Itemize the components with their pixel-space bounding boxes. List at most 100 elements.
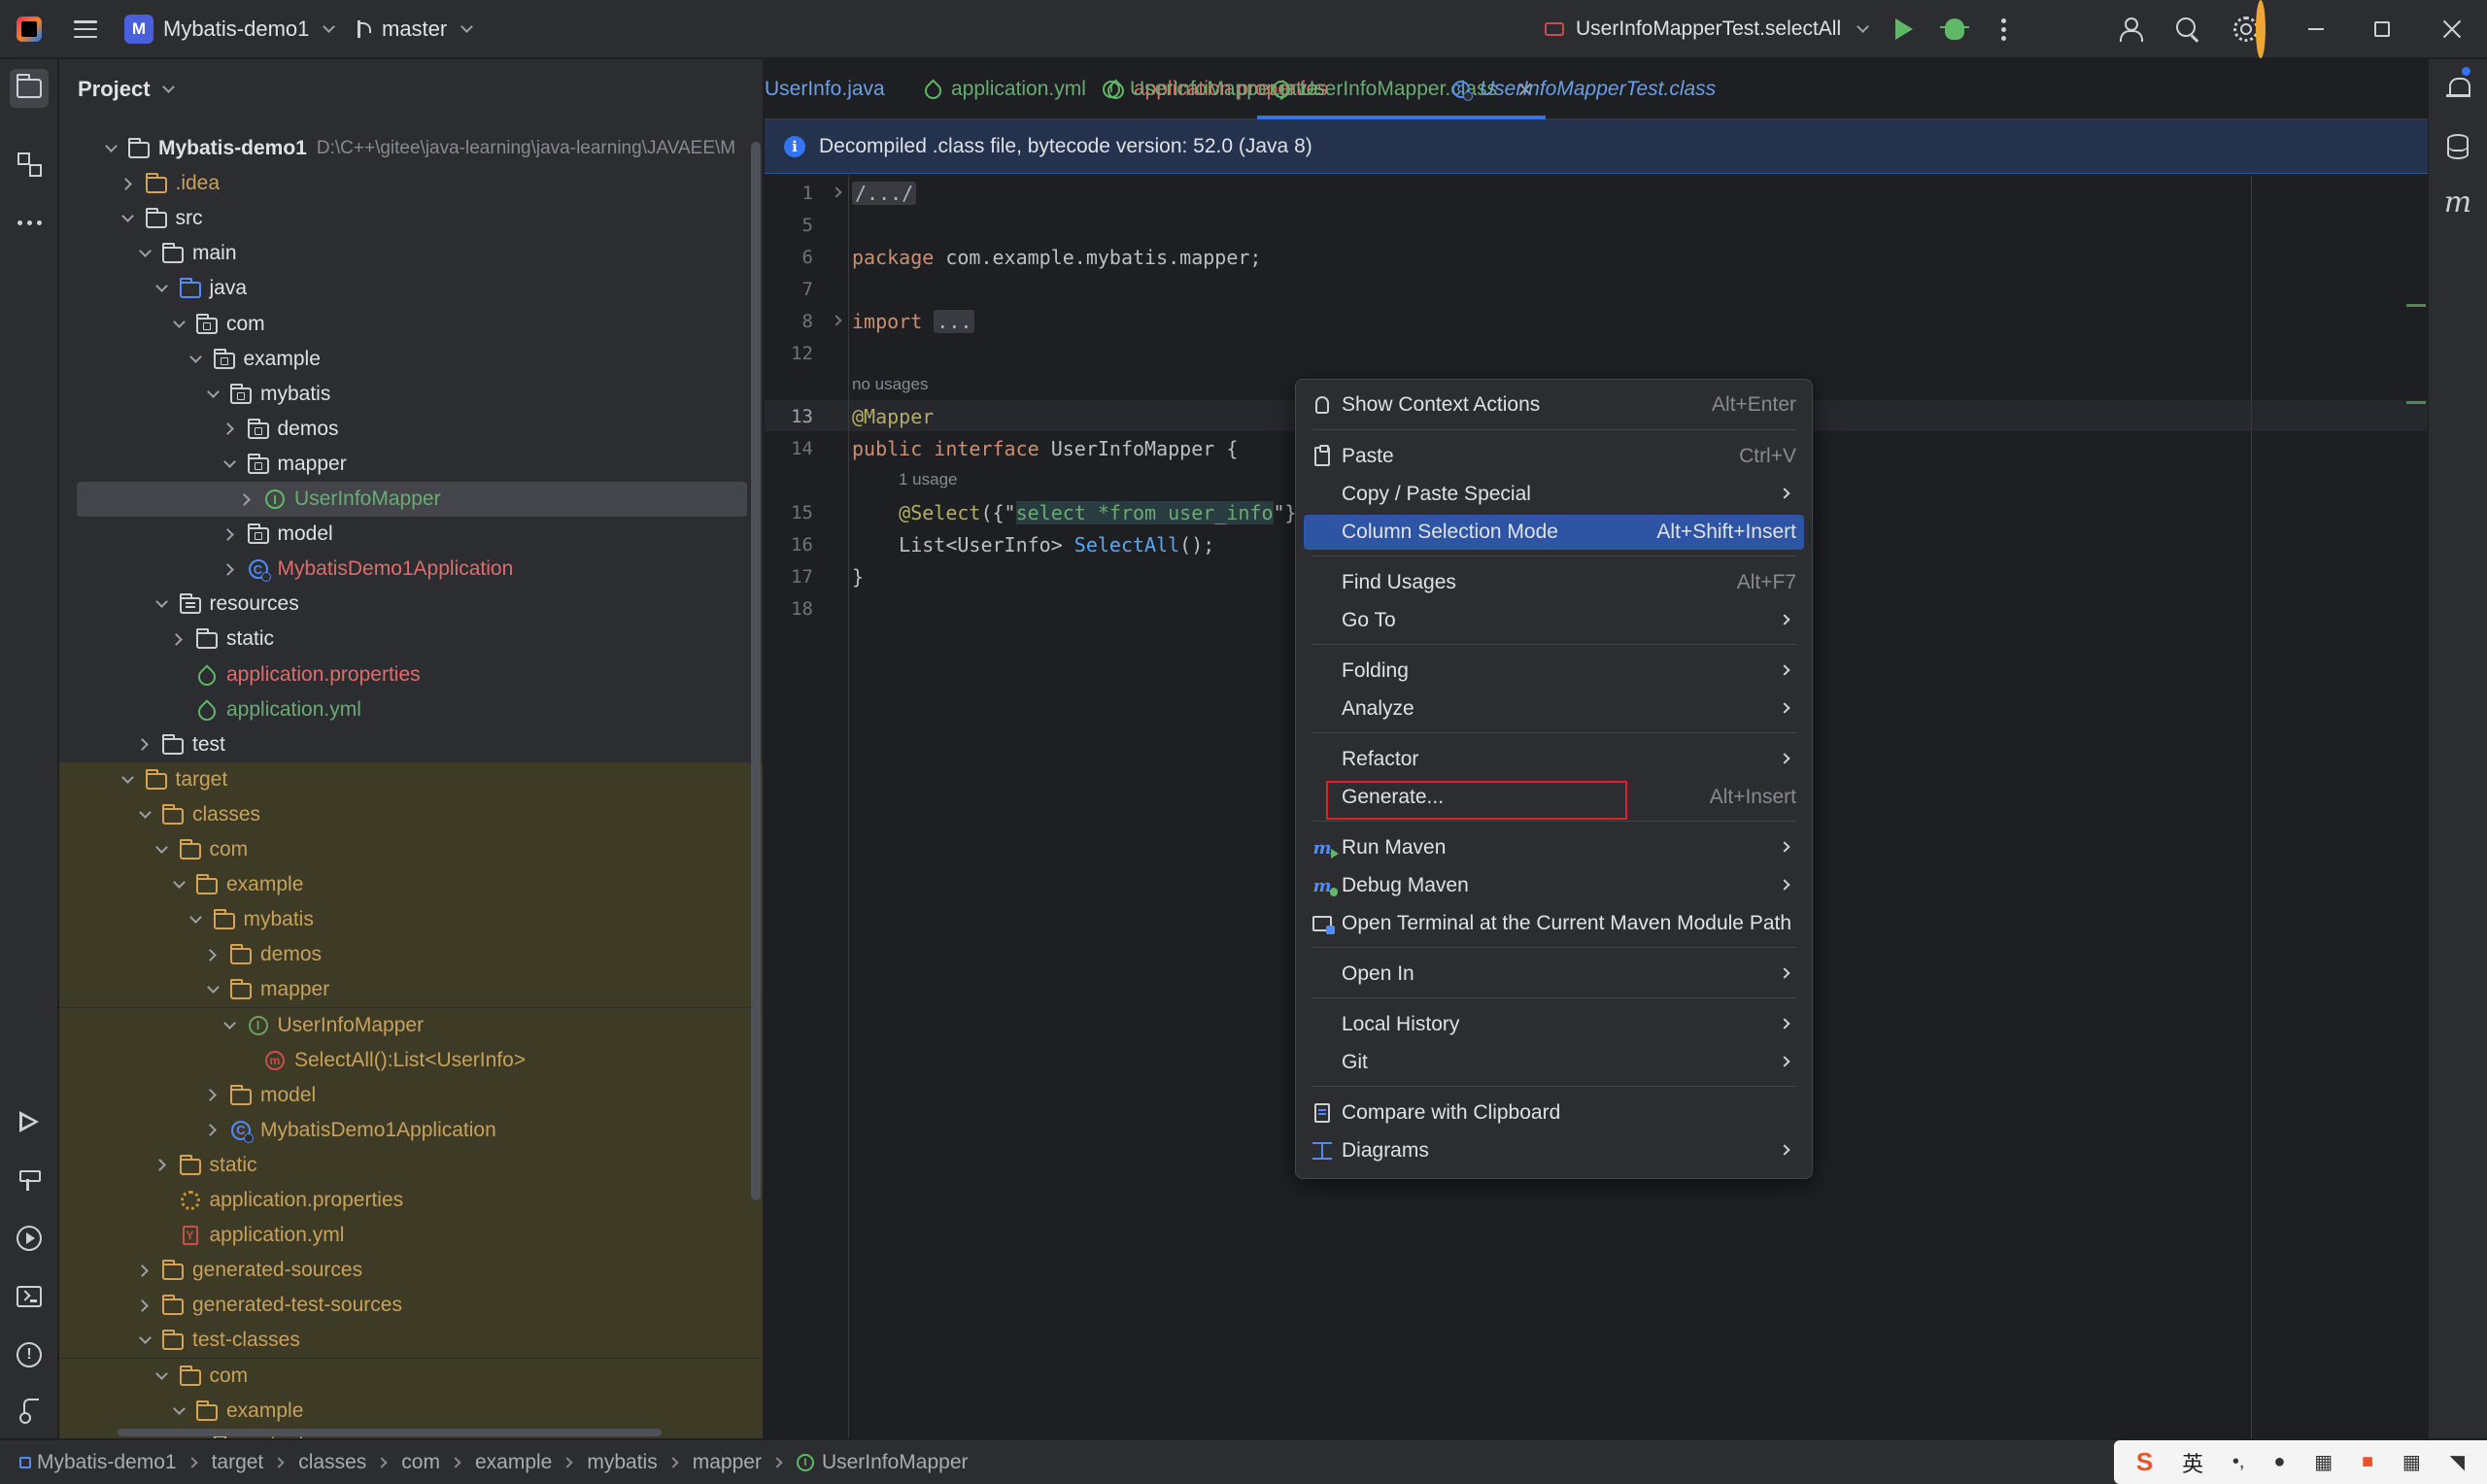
menu-item[interactable]: Git: [1304, 1045, 1804, 1080]
breadcrumb-item[interactable]: Mybatis-demo1: [37, 1451, 177, 1474]
chevron-down-icon[interactable]: [186, 349, 207, 370]
tree-row[interactable]: model: [59, 517, 763, 552]
maven-tool-button[interactable]: m: [2438, 184, 2477, 222]
chevron-down-icon[interactable]: [118, 208, 139, 229]
tree-row[interactable]: .idea: [59, 166, 763, 201]
breadcrumb-item[interactable]: example: [475, 1451, 552, 1474]
tree-row[interactable]: example: [59, 867, 763, 903]
intellij-logo-icon[interactable]: [14, 0, 45, 58]
tree-row[interactable]: java: [59, 271, 763, 306]
scrollbar-marker[interactable]: [2406, 304, 2426, 307]
close-window-button[interactable]: [2433, 0, 2471, 58]
toolbox-icon[interactable]: ▦: [2402, 1450, 2421, 1474]
chevron-down-icon[interactable]: [220, 454, 241, 475]
menu-item[interactable]: Column Selection Mode Alt+Shift+Insert: [1304, 515, 1804, 550]
folded-imports[interactable]: ...: [934, 310, 975, 333]
chevron-down-icon[interactable]: [168, 314, 189, 335]
run-configuration-selector[interactable]: UserInfoMapperTest.selectAll: [1545, 0, 1869, 58]
run-tool-button[interactable]: [10, 1102, 49, 1141]
tree-row[interactable]: demos: [59, 937, 763, 973]
tree-row[interactable]: application.yml: [59, 692, 763, 727]
tree-row[interactable]: mybatis: [59, 902, 763, 938]
tree-vertical-scrollbar[interactable]: [751, 142, 761, 1200]
breadcrumb-item[interactable]: mapper: [693, 1451, 762, 1474]
chevron-down-icon[interactable]: [152, 278, 173, 299]
more-icon[interactable]: ◥: [2450, 1450, 2465, 1474]
tree-row[interactable]: model: [59, 1077, 763, 1113]
menu-item[interactable]: Show Context Actions Alt+Enter: [1304, 388, 1804, 422]
chevron-down-icon[interactable]: [168, 874, 189, 895]
breadcrumb-item[interactable]: mybatis: [587, 1451, 657, 1474]
tree-row[interactable]: com: [59, 832, 763, 867]
vcs-branch-widget[interactable]: master: [355, 0, 474, 58]
microphone-icon[interactable]: ●: [2273, 1451, 2285, 1473]
tree-row[interactable]: test-classes: [59, 1323, 763, 1359]
tree-horizontal-scrollbar[interactable]: [118, 1429, 662, 1436]
chevron-down-icon[interactable]: [168, 1400, 189, 1422]
database-tool-button[interactable]: [2438, 127, 2477, 166]
menu-item[interactable]: Open Terminal at the Current Maven Modul…: [1304, 906, 1804, 941]
menu-item[interactable]: Compare with Clipboard: [1304, 1096, 1804, 1130]
chevron-right-icon[interactable]: [202, 944, 223, 965]
main-menu-button[interactable]: [68, 0, 103, 58]
chevron-down-icon[interactable]: [152, 593, 173, 615]
tree-row[interactable]: static: [59, 622, 763, 657]
chevron-down-icon[interactable]: [202, 384, 223, 405]
ime-toolbar[interactable]: S 英 •, ● ▦ ■ ▦ ◥: [2114, 1440, 2487, 1484]
usages-hint[interactable]: 1 usage: [899, 470, 958, 489]
usages-hint[interactable]: no usages: [852, 375, 928, 394]
chevron-down-icon[interactable]: [202, 979, 223, 1000]
menu-item[interactable]: Open In: [1304, 957, 1804, 992]
tree-row[interactable]: example: [59, 1393, 763, 1429]
tree-row[interactable]: Mybatis-demo1 D:\C++\gitee\java-learning\…: [59, 131, 763, 166]
chevron-right-icon[interactable]: [236, 489, 257, 510]
chevron-down-icon[interactable]: [152, 839, 173, 860]
chevron-down-icon[interactable]: [134, 1330, 155, 1351]
minimize-button[interactable]: [2297, 0, 2335, 58]
menu-item[interactable]: Go To: [1304, 603, 1804, 638]
chevron-down-icon[interactable]: [152, 1366, 173, 1387]
chevron-right-icon[interactable]: [220, 558, 241, 580]
chevron-right-icon[interactable]: [134, 734, 155, 756]
chevron-right-icon[interactable]: [202, 1085, 223, 1106]
debug-button[interactable]: [1935, 0, 1974, 58]
problems-tool-button[interactable]: !: [10, 1335, 49, 1374]
chevron-right-icon[interactable]: [168, 628, 189, 650]
project-switcher[interactable]: M Mybatis-demo1: [124, 0, 336, 58]
tree-row[interactable]: C MybatisDemo1Application: [59, 552, 763, 587]
tree-row[interactable]: application.properties: [59, 1183, 763, 1218]
tree-row[interactable]: mapper: [59, 447, 763, 482]
chevron-right-icon[interactable]: [118, 173, 139, 194]
chevron-down-icon[interactable]: [134, 243, 155, 264]
menu-item[interactable]: Copy / Paste Special: [1304, 477, 1804, 512]
project-view-selector[interactable]: Project: [59, 59, 763, 119]
tree-row[interactable]: main: [59, 236, 763, 271]
tree-row[interactable]: C MybatisDemo1Application: [59, 1112, 763, 1148]
services-tool-button[interactable]: [10, 1219, 49, 1258]
notifications-button[interactable]: [2438, 69, 2477, 108]
tree-row[interactable]: static: [59, 1147, 763, 1183]
menu-item[interactable]: Paste Ctrl+V: [1304, 439, 1804, 474]
fold-toggle-icon[interactable]: [831, 186, 842, 198]
structure-tool-button[interactable]: [10, 145, 49, 184]
breadcrumb-item[interactable]: UserInfoMapper: [822, 1451, 969, 1474]
breadcrumb-item[interactable]: target: [212, 1451, 264, 1474]
scrollbar-marker[interactable]: [2406, 401, 2426, 404]
more-tools-button[interactable]: [10, 203, 49, 242]
tree-row[interactable]: I UserInfoMapper: [77, 482, 747, 517]
tree-row[interactable]: mapper: [59, 972, 763, 1008]
git-tool-button[interactable]: [10, 1392, 49, 1431]
ime-language-toggle[interactable]: 英: [2182, 1447, 2203, 1478]
search-everywhere-button[interactable]: [2168, 0, 2207, 58]
project-tool-button[interactable]: [10, 69, 49, 108]
breadcrumb-item[interactable]: com: [401, 1451, 440, 1474]
chevron-down-icon[interactable]: [100, 138, 121, 159]
more-actions-button[interactable]: [1984, 0, 2023, 58]
chevron-down-icon[interactable]: [134, 804, 155, 826]
editor-tab[interactable]: C UserInfoMapperTest.class: [1452, 59, 1716, 119]
code-with-me-button[interactable]: [2112, 0, 2151, 58]
menu-item[interactable]: Analyze: [1304, 691, 1804, 726]
tree-row[interactable]: generated-sources: [59, 1253, 763, 1289]
menu-item[interactable]: m Debug Maven: [1304, 868, 1804, 903]
terminal-tool-button[interactable]: [10, 1277, 49, 1316]
